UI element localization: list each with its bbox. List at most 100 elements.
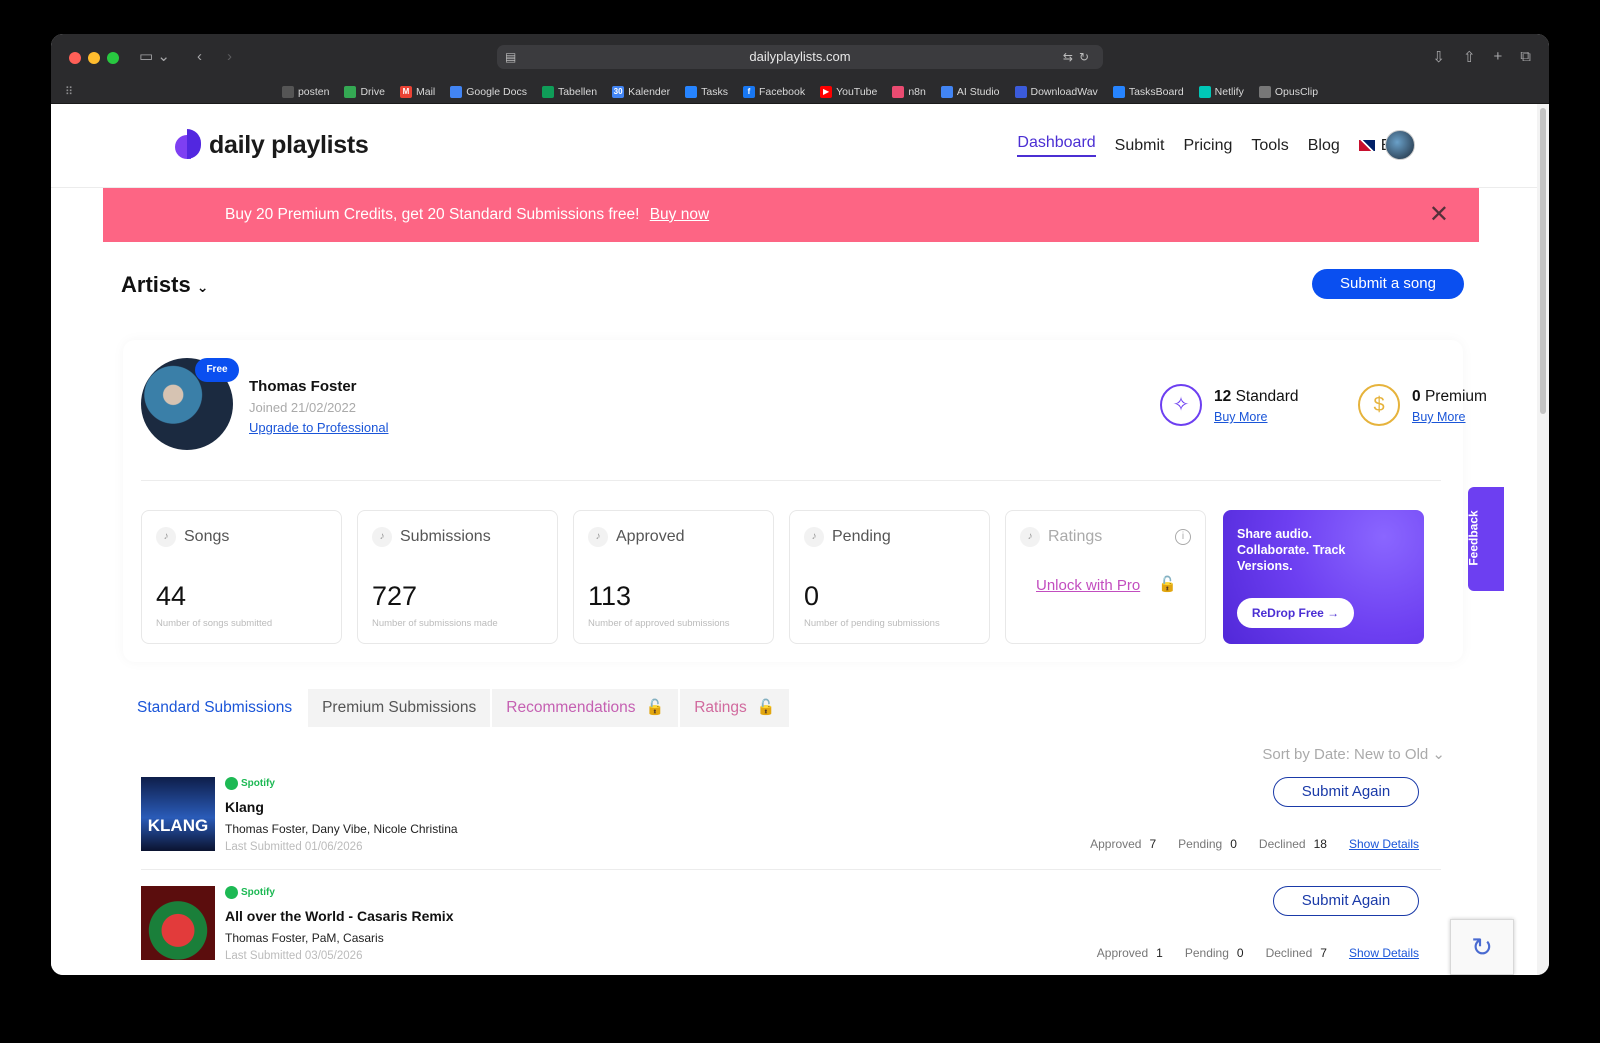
- bookmark-drive[interactable]: Drive: [344, 86, 385, 98]
- sort-dropdown[interactable]: Sort by Date: New to Old ⌄: [1262, 745, 1445, 763]
- logo-text: daily playlists: [209, 130, 369, 159]
- sidebar-toggle-icon[interactable]: ▭ ⌄: [139, 48, 170, 66]
- bookmark-kalender[interactable]: 30 Kalender: [612, 86, 670, 98]
- buy-more-standard-link[interactable]: Buy More: [1214, 410, 1268, 424]
- bookmark-opusclip[interactable]: OpusClip: [1258, 86, 1318, 98]
- approved-count: Approved 7: [1090, 837, 1157, 851]
- lock-icon: 🔓: [1158, 576, 1177, 593]
- song-title: All over the World - Casaris Remix: [225, 908, 454, 924]
- submission-counts: Approved 1 Pending 0 Declined 7 Show Detail…: [1097, 946, 1419, 960]
- bookmark-facebook[interactable]: f Facebook: [742, 86, 805, 98]
- stat-description: Number of songs submitted: [156, 618, 273, 629]
- stat-description: Number of submissions made: [372, 618, 498, 629]
- reload-icon[interactable]: ⇆↻: [1063, 45, 1095, 69]
- submit-song-button[interactable]: Submit a song: [1312, 269, 1464, 299]
- close-window-button[interactable]: [69, 52, 81, 64]
- list-item: Spotify All over the World - Casaris Rem…: [123, 886, 1463, 975]
- song-artists: Thomas Foster, PaM, Casaris: [225, 931, 384, 945]
- url-text: dailyplaylists.com: [749, 49, 851, 64]
- nav-pricing[interactable]: Pricing: [1183, 137, 1232, 155]
- song-artists: Thomas Foster, Dany Vibe, Nicole Christi…: [225, 822, 458, 836]
- submit-again-button[interactable]: Submit Again: [1273, 777, 1419, 807]
- promo-text: Share audio. Collaborate. Track Versions…: [1237, 527, 1346, 573]
- show-details-link[interactable]: Show Details: [1349, 946, 1419, 960]
- unlock-pro-link[interactable]: Unlock with Pro: [1036, 577, 1140, 594]
- nav-tools[interactable]: Tools: [1251, 137, 1288, 155]
- bookmark-downloadwav[interactable]: DownloadWav: [1014, 86, 1098, 98]
- nav-dashboard[interactable]: Dashboard: [1017, 134, 1096, 157]
- bookmark-mail[interactable]: M Mail: [399, 86, 435, 98]
- bookmark-tasksboard[interactable]: TasksBoard: [1112, 86, 1184, 98]
- plan-badge: Free: [195, 358, 239, 382]
- bookmark-tabellen[interactable]: Tabellen: [541, 86, 597, 98]
- address-bar[interactable]: ▤ dailyplaylists.com ⇆↻: [497, 45, 1103, 69]
- window-controls: [69, 52, 119, 64]
- bookmark-posten[interactable]: posten: [281, 86, 329, 98]
- buy-more-premium-link[interactable]: Buy More: [1412, 410, 1466, 424]
- redrop-promo-card[interactable]: Share audio. Collaborate. Track Versions…: [1223, 510, 1424, 644]
- stat-label: Songs: [184, 528, 230, 545]
- artists-dropdown[interactable]: Artists ⌄: [121, 272, 208, 298]
- submit-again-button[interactable]: Submit Again: [1273, 886, 1419, 916]
- main-nav: Dashboard Submit Pricing Tools Blog EN: [1017, 134, 1403, 157]
- premium-count: 0: [1412, 388, 1421, 405]
- tab-recommendations[interactable]: Recommendations 🔓: [492, 689, 681, 727]
- buy-now-link[interactable]: Buy now: [650, 206, 709, 223]
- song-cover[interactable]: KLANG: [141, 777, 215, 851]
- dollar-icon: $: [1358, 384, 1400, 426]
- minimize-window-button[interactable]: [88, 52, 100, 64]
- tab-ratings[interactable]: Ratings 🔓: [680, 689, 792, 727]
- bookmark-netlify[interactable]: Netlify: [1198, 86, 1244, 98]
- bookmark-google-docs[interactable]: Google Docs: [450, 86, 527, 98]
- bookmark-youtube[interactable]: ▶ YouTube: [820, 86, 877, 98]
- stat-value: 113: [588, 581, 632, 611]
- divider: [141, 869, 1441, 870]
- nav-blog[interactable]: Blog: [1308, 137, 1340, 155]
- docs-icon: [450, 86, 463, 98]
- logo-icon: [175, 129, 203, 161]
- submission-tabs: Standard Submissions Premium Submissions…: [123, 689, 792, 727]
- music-note-icon: ♪: [156, 527, 176, 547]
- recaptcha-icon: ↻: [1471, 932, 1493, 962]
- song-cover[interactable]: [141, 886, 215, 960]
- page-settings-icon[interactable]: ▤: [505, 45, 516, 69]
- back-icon[interactable]: ‹: [197, 48, 202, 66]
- premium-label: Premium: [1424, 388, 1487, 405]
- list-item: KLANG Spotify Klang Thomas Foster, Dany …: [123, 777, 1463, 881]
- share-icon[interactable]: ⇧: [1463, 48, 1476, 66]
- lock-icon: 🔓: [645, 699, 665, 716]
- tab-overview-icon[interactable]: ⧉: [1520, 48, 1531, 66]
- feedback-tab[interactable]: Feedback: [1467, 487, 1504, 591]
- youtube-icon: ▶: [820, 86, 833, 98]
- new-tab-icon[interactable]: +: [1494, 48, 1503, 66]
- apps-grid-icon[interactable]: ⠿: [65, 85, 73, 98]
- user-avatar[interactable]: [1385, 130, 1415, 160]
- downloads-icon[interactable]: ⇩: [1432, 48, 1445, 66]
- info-icon[interactable]: i: [1175, 529, 1191, 545]
- sparkle-icon: ✧: [1160, 384, 1202, 426]
- scrollbar-thumb[interactable]: [1540, 108, 1546, 414]
- page-scrollbar[interactable]: [1537, 104, 1549, 975]
- stat-value: 0: [804, 581, 820, 611]
- stat-description: Number of pending submissions: [804, 618, 940, 629]
- approved-count: Approved 1: [1096, 946, 1163, 960]
- nav-submit[interactable]: Submit: [1115, 137, 1165, 155]
- forward-icon[interactable]: ›: [227, 48, 232, 66]
- tab-standard-submissions[interactable]: Standard Submissions: [123, 689, 309, 727]
- tab-premium-submissions[interactable]: Premium Submissions: [308, 689, 493, 727]
- site-logo[interactable]: daily playlists: [175, 129, 369, 161]
- recaptcha-badge[interactable]: ↻: [1450, 919, 1514, 975]
- close-icon[interactable]: ✕: [1429, 188, 1449, 242]
- mail-icon: M: [399, 86, 412, 98]
- bookmarks-bar: ⠿ posten Drive M Mail Google Docs Tabelle…: [51, 80, 1549, 104]
- bookmark-tasks[interactable]: Tasks: [685, 86, 728, 98]
- bookmark-n8n[interactable]: n8n: [892, 86, 926, 98]
- folder-icon: [281, 86, 294, 98]
- redrop-free-button[interactable]: ReDrop Free →: [1237, 598, 1354, 628]
- upgrade-link[interactable]: Upgrade to Professional: [249, 420, 388, 435]
- maximize-window-button[interactable]: [107, 52, 119, 64]
- bookmark-ai-studio[interactable]: AI Studio: [940, 86, 1000, 98]
- stat-label: Submissions: [400, 528, 491, 545]
- music-note-icon: ♪: [1020, 527, 1040, 547]
- show-details-link[interactable]: Show Details: [1349, 837, 1419, 851]
